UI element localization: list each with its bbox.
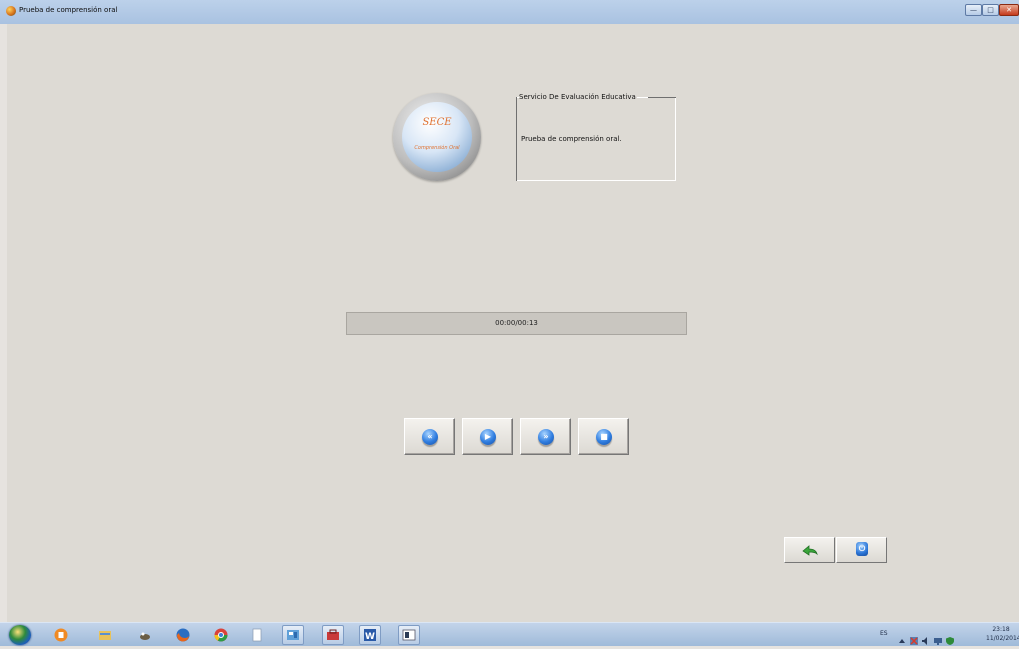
title-bar[interactable]: Prueba de comprensión oral — □ ✕ bbox=[0, 0, 1019, 24]
maximize-button[interactable]: □ bbox=[982, 4, 999, 16]
word-icon: W bbox=[364, 629, 376, 642]
firefox-icon bbox=[176, 628, 190, 642]
document-icon bbox=[252, 628, 262, 642]
rewind-button[interactable]: « bbox=[404, 418, 455, 455]
taskbar-toolbox[interactable] bbox=[322, 625, 344, 645]
fast-forward-button[interactable]: » bbox=[520, 418, 571, 455]
volume-icon[interactable] bbox=[922, 630, 930, 645]
info-box-edge bbox=[648, 97, 676, 98]
clock-date: 11/02/2014 bbox=[986, 635, 1019, 642]
display-icon[interactable] bbox=[934, 630, 942, 645]
logo-title: SECE bbox=[422, 117, 452, 128]
app-icon bbox=[6, 6, 16, 16]
window-title: Prueba de comprensión oral bbox=[19, 6, 118, 14]
taskbar-chrome[interactable] bbox=[210, 625, 232, 645]
playback-progress-bar[interactable]: 00:00/00:13 bbox=[346, 312, 687, 335]
clock[interactable]: 23:18 11/02/2014 bbox=[986, 625, 1019, 643]
info-box-edge bbox=[516, 97, 517, 181]
power-icon: ⏻ bbox=[856, 542, 868, 556]
security-icon[interactable] bbox=[946, 630, 954, 645]
close-button[interactable]: ✕ bbox=[999, 4, 1019, 16]
window-icon bbox=[402, 629, 416, 641]
taskbar-gimp[interactable] bbox=[134, 625, 156, 645]
taskbar-explorer[interactable] bbox=[94, 625, 116, 645]
info-text: Prueba de comprensión oral. bbox=[521, 135, 622, 143]
stop-icon: ■ bbox=[596, 429, 612, 445]
control-panel-icon bbox=[287, 630, 299, 640]
taskbar-window[interactable] bbox=[398, 625, 420, 645]
fast-forward-icon: » bbox=[538, 429, 554, 445]
svg-text:W: W bbox=[365, 632, 375, 642]
taskbar-control-panel[interactable] bbox=[282, 625, 304, 645]
stop-button[interactable]: ■ bbox=[578, 418, 629, 455]
maximize-icon: □ bbox=[987, 6, 994, 14]
taskbar-document[interactable] bbox=[246, 625, 268, 645]
taskbar-word[interactable]: W bbox=[359, 625, 381, 645]
network-icon[interactable] bbox=[910, 630, 918, 645]
taskbar-vlc[interactable] bbox=[50, 625, 72, 645]
rewind-icon: « bbox=[422, 429, 438, 445]
file-explorer-icon bbox=[99, 631, 111, 640]
language-indicator[interactable]: ES bbox=[880, 630, 888, 637]
clock-time: 23:18 bbox=[992, 626, 1010, 633]
close-icon: ✕ bbox=[1006, 6, 1012, 14]
minimize-button[interactable]: — bbox=[965, 4, 982, 16]
logo-subtitle: Comprensión Oral bbox=[414, 145, 460, 151]
exit-button[interactable]: ⏻ bbox=[836, 537, 887, 563]
play-button[interactable]: ▶ bbox=[462, 418, 513, 455]
sece-logo-inner bbox=[402, 102, 472, 172]
back-button[interactable] bbox=[784, 537, 835, 563]
time-display: 00:00/00:13 bbox=[495, 319, 538, 327]
chrome-icon bbox=[214, 628, 228, 642]
info-legend: Servicio De Evaluación Educativa bbox=[519, 92, 637, 102]
taskbar-firefox[interactable] bbox=[172, 625, 194, 645]
vlc-icon bbox=[54, 628, 68, 642]
start-button[interactable] bbox=[9, 625, 31, 645]
play-icon: ▶ bbox=[480, 429, 496, 445]
toolbox-icon bbox=[327, 629, 339, 640]
back-arrow-icon bbox=[802, 545, 818, 556]
gimp-icon bbox=[140, 632, 150, 640]
minimize-icon: — bbox=[970, 6, 977, 14]
taskbar: W bbox=[0, 622, 1019, 646]
tray-arrow-icon[interactable] bbox=[898, 630, 906, 643]
